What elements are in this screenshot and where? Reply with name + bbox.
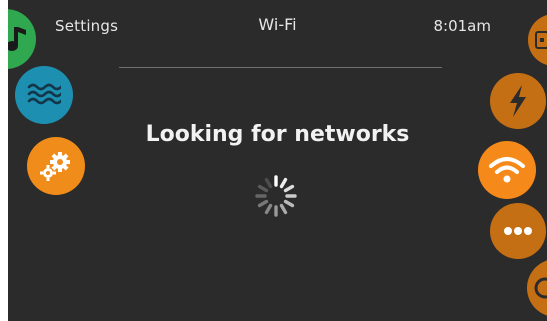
water-button[interactable] xyxy=(15,66,73,124)
spa-control-screen: Settings Wi-Fi 8:01am Looking for networ… xyxy=(8,0,547,321)
music-icon xyxy=(8,25,28,53)
wifi-icon xyxy=(488,155,526,185)
gears-icon xyxy=(38,150,74,182)
clock: 8:01am xyxy=(433,17,492,35)
timer-button[interactable] xyxy=(527,259,547,317)
timer-icon xyxy=(533,276,547,300)
device-icon xyxy=(535,31,547,49)
loading-spinner-icon xyxy=(252,172,300,220)
header-divider xyxy=(119,67,442,68)
waves-icon xyxy=(27,82,61,108)
power-button[interactable] xyxy=(490,73,546,129)
more-button[interactable] xyxy=(490,203,546,259)
lightning-icon xyxy=(506,84,530,118)
status-message: Looking for networks xyxy=(145,122,410,147)
wifi-button[interactable] xyxy=(478,141,536,199)
more-dots-icon xyxy=(503,226,533,236)
